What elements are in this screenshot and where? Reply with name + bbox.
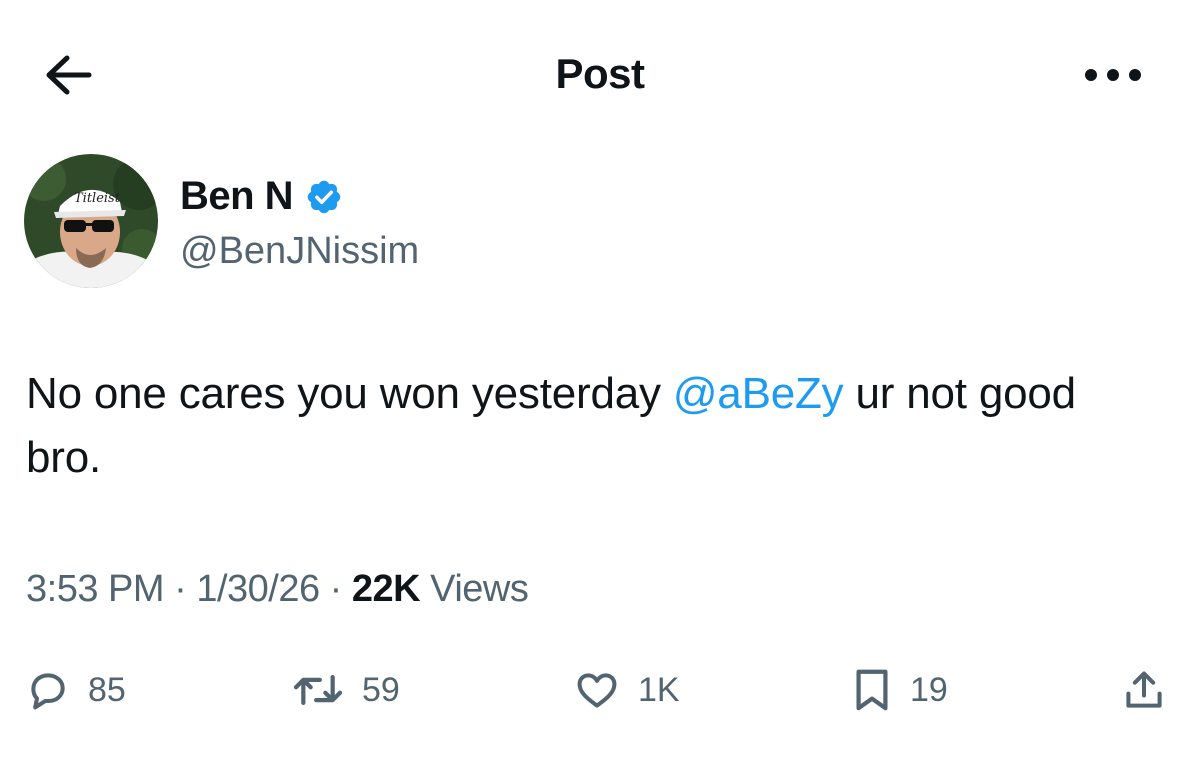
mention-link[interactable]: @aBeZy [673, 369, 844, 418]
name-row: Ben N [180, 174, 343, 219]
separator: · [319, 568, 352, 610]
bookmark-icon [856, 669, 888, 711]
share-icon [1126, 671, 1162, 708]
like-count: 1K [638, 670, 680, 709]
views-count: 22K [351, 568, 421, 610]
action-bar: 85 59 1K 19 [0, 655, 1200, 725]
separator: · [164, 568, 197, 610]
reply-icon [31, 673, 65, 710]
tweet-text-part: No one cares you won yesterday [26, 369, 673, 418]
repost-count: 59 [362, 670, 400, 709]
tweet-text: No one cares you won yesterday @aBeZy ur… [26, 362, 1156, 490]
tweet-meta: 3:53 PM · 1/30/26 · 22K Views [26, 568, 529, 611]
share-button[interactable] [1122, 655, 1166, 725]
bookmark-count: 19 [910, 670, 948, 709]
post-time[interactable]: 3:53 PM [26, 568, 165, 610]
user-handle[interactable]: @BenJNissim [180, 230, 419, 273]
author-block: Titleist Ben N @BenJNissim [24, 154, 724, 290]
reply-count: 85 [88, 670, 126, 709]
avatar[interactable]: Titleist [24, 154, 158, 288]
svg-text:Titleist: Titleist [74, 191, 121, 206]
post-date[interactable]: 1/30/26 [196, 568, 320, 610]
views-label: Views [420, 568, 529, 610]
like-button[interactable]: 1K [574, 655, 680, 725]
page-title: Post [555, 50, 645, 97]
top-bar: Post [0, 0, 1200, 150]
more-horizontal-icon [1085, 69, 1141, 81]
reply-button[interactable]: 85 [26, 655, 126, 725]
bookmark-button[interactable]: 19 [852, 655, 948, 725]
heart-icon [577, 673, 617, 708]
more-options-button[interactable] [1078, 50, 1148, 100]
profile-photo: Titleist [24, 154, 158, 288]
verified-badge-icon [305, 178, 343, 216]
repost-icon [293, 675, 343, 705]
repost-button[interactable]: 59 [292, 655, 400, 725]
display-name[interactable]: Ben N [180, 174, 294, 219]
